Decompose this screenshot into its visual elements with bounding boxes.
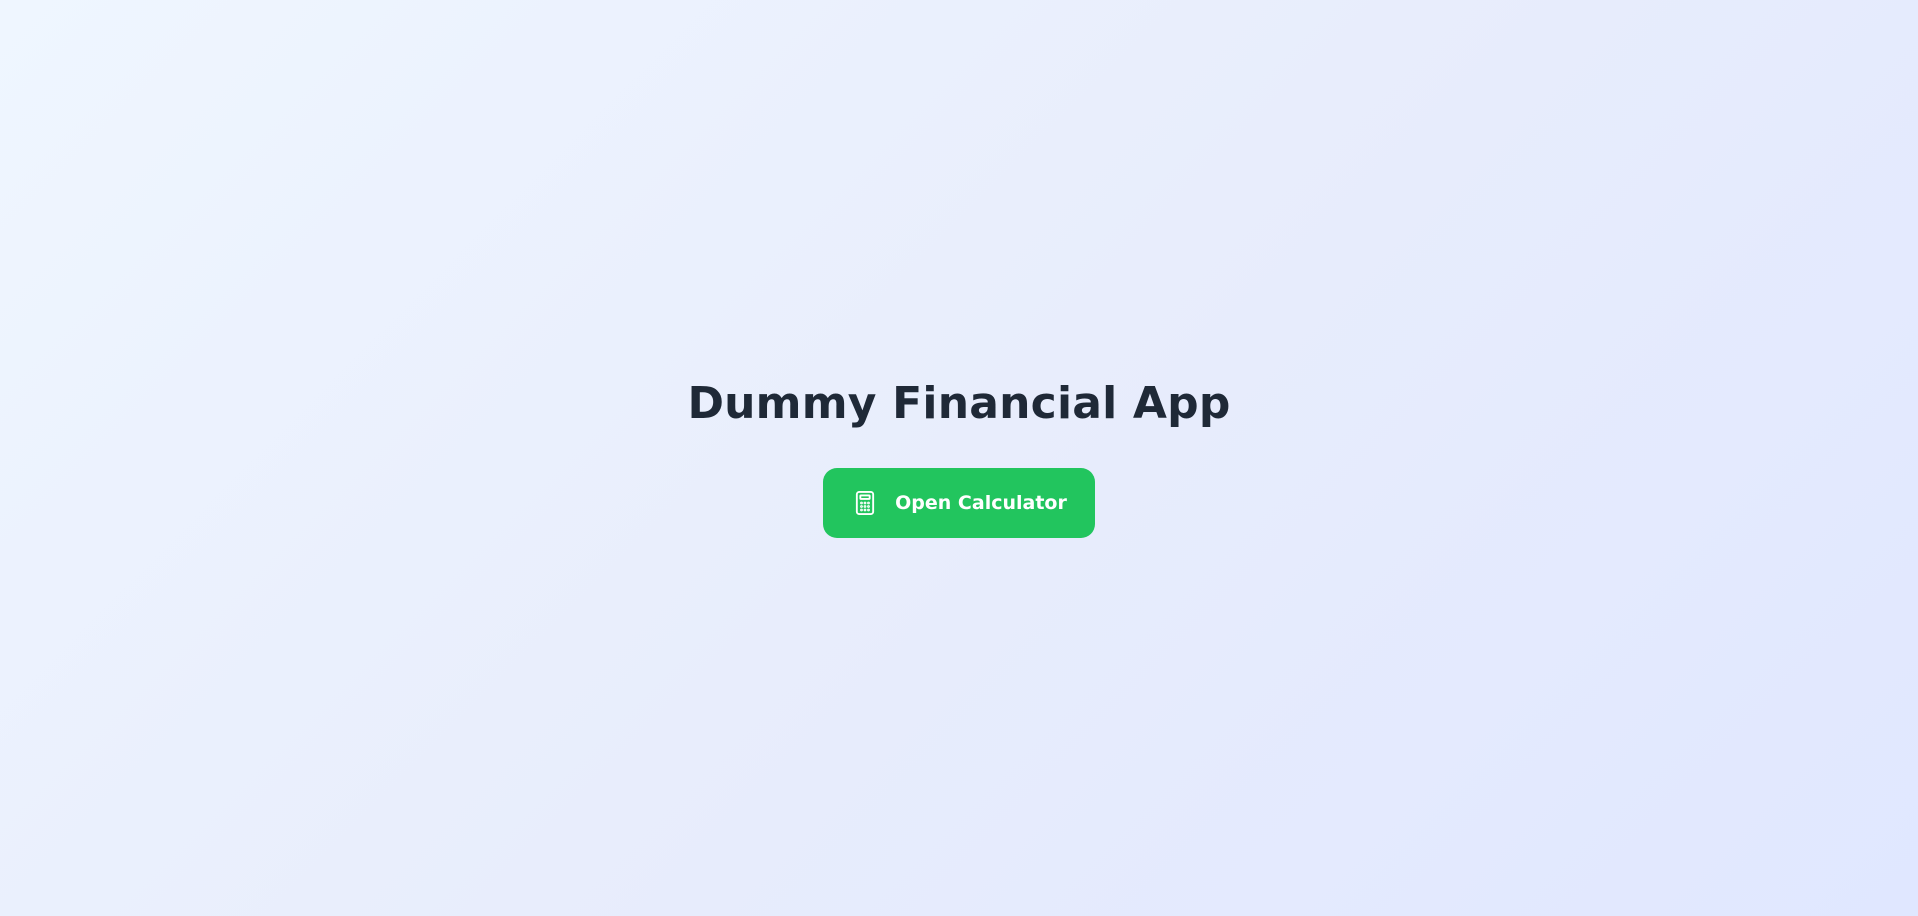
page-title: Dummy Financial App	[687, 378, 1231, 429]
calculator-icon	[851, 489, 879, 517]
open-calculator-label: Open Calculator	[895, 492, 1067, 514]
page: Dummy Financial App Open Calculator	[0, 0, 1918, 916]
main-content: Dummy Financial App Open Calculator	[0, 376, 1918, 538]
open-calculator-button[interactable]: Open Calculator	[823, 468, 1095, 538]
